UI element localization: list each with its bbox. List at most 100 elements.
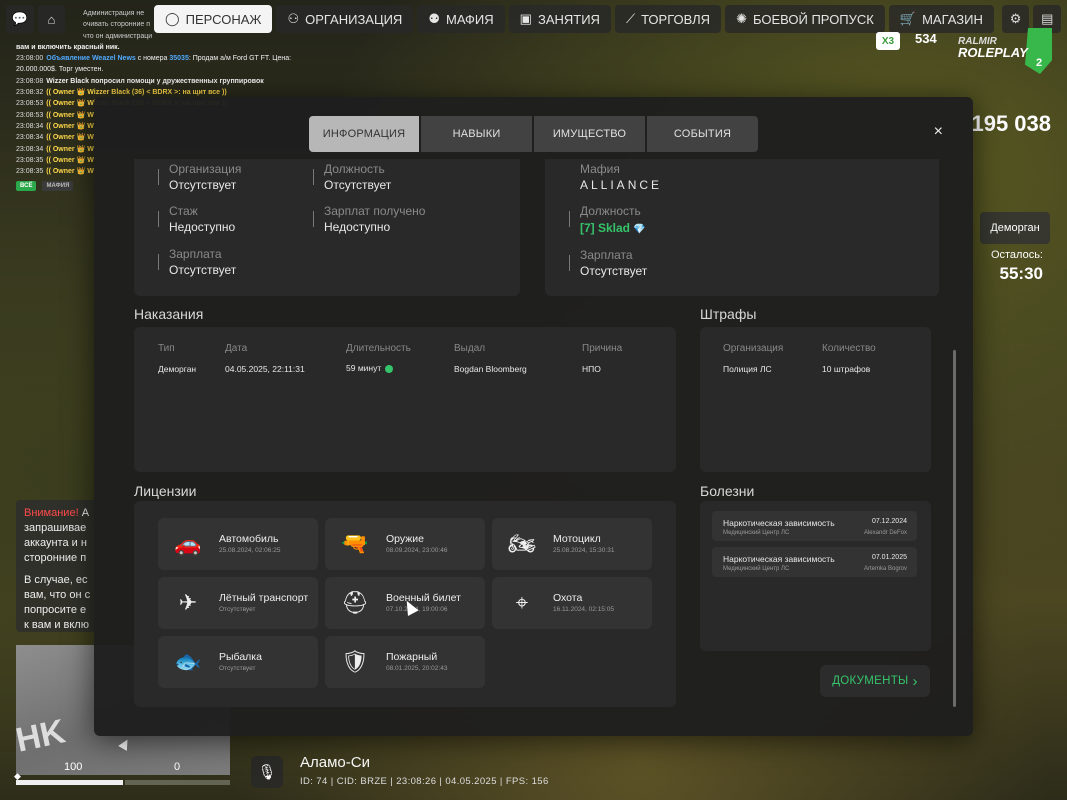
tab-skills[interactable]: НАВЫКИ: [421, 116, 532, 152]
tab-shop[interactable]: 🛒 МАГАЗИН: [888, 5, 994, 33]
health-bar: [16, 780, 123, 785]
chat-tab-all[interactable]: ВСЁ: [16, 181, 37, 191]
license-weapon[interactable]: 🔫 Оружие 08.09.2024, 23:00:46: [325, 518, 485, 570]
tab-property[interactable]: ИМУЩЕСТВО: [534, 116, 645, 152]
fines-title: Штрафы: [700, 306, 757, 322]
close-icon[interactable]: ×: [934, 123, 943, 141]
chat-ad-number: 35035: [169, 55, 189, 63]
chat-time: 23:08:34: [16, 122, 44, 130]
license-name: Рыбалка: [219, 651, 262, 663]
license-date: 08.01.2025, 20:02:43: [386, 665, 448, 672]
documents-label: ДОКУМЕНТЫ: [832, 675, 909, 687]
chat-tabs: ВСЁ МАФИЯ: [16, 181, 74, 191]
chat-line: 23:08:08 Wizzer Black попросил помощи у д…: [16, 76, 346, 87]
chat-line: 23:08:00 Объявление Weazel News с номера …: [16, 53, 346, 64]
chat-line: Администрация не: [83, 10, 145, 17]
punish-duration: 59 минут: [346, 363, 382, 373]
punish-issued-by: Bogdan Bloomberg: [454, 364, 527, 374]
divider: [569, 255, 570, 271]
tab-trade[interactable]: ⟋ ТОРГОВЛЯ: [614, 5, 722, 33]
license-car[interactable]: 🚗 Автомобиль 25.08.2024, 02:06:25: [158, 518, 318, 570]
armor-value: 0: [174, 761, 181, 773]
tab-jobs[interactable]: ▣ ЗАНЯТИЯ: [508, 5, 611, 33]
chart-icon: ⟋: [625, 11, 636, 26]
license-date: 16.11.2024, 02:15:05: [553, 606, 614, 613]
license-firefighter[interactable]: 🛡 Пожарный 08.01.2025, 20:02:43: [325, 636, 485, 688]
tab-label: ЗАНЯТИЯ: [537, 11, 600, 27]
license-name: Военный билет: [386, 592, 461, 604]
illness-org: Медицинский Центр ЛС: [723, 566, 790, 572]
punish-type: Деморган: [158, 364, 197, 374]
chat-ad-text: : Продам а/м Ford GT FT. Цена:: [188, 55, 292, 63]
minimap-label: HK: [16, 712, 69, 760]
chat-time: 23:08:35: [16, 168, 44, 176]
health-value: 100: [64, 761, 83, 773]
license-fishing[interactable]: 🐟 Рыбалка Отсутствует: [158, 636, 318, 688]
col-count: Количество: [822, 343, 876, 354]
license-air[interactable]: ✈ Лётный транспорт Отсутствует: [158, 577, 318, 629]
chat-line: вам и включить красный ник.: [16, 43, 120, 51]
chat-time: 23:08:00: [16, 55, 44, 63]
fire-shield-icon: 🛡: [341, 649, 369, 674]
chat-text: (( Owner 👑 W: [46, 111, 94, 119]
chat-line: очивать сторонние п: [83, 21, 151, 29]
diamond-icon: 💎: [633, 224, 646, 235]
time-left-label: Осталось:: [990, 249, 1043, 261]
license-hunting[interactable]: ⌖ Охота 16.11.2024, 02:15:05: [492, 577, 652, 629]
tab-mafia[interactable]: ⚉ МАФИЯ: [417, 5, 505, 33]
tab-label: ТОРГОВЛЯ: [641, 11, 711, 27]
fish-icon: 🐟: [174, 649, 202, 674]
briefcase-icon: ▣: [519, 11, 532, 26]
chat-ad-mid: с номера: [135, 55, 170, 63]
server-number: 2: [1036, 57, 1043, 69]
chat-text: (( Owner 👑 W: [46, 122, 94, 130]
org-value: Отсутствует: [169, 178, 237, 192]
license-name: Автомобиль: [219, 533, 279, 545]
chat-text: Wizzer Black попросил помощи у дружестве…: [46, 77, 264, 85]
col-reason: Причина: [582, 343, 623, 354]
player-info-line: ID: 74 | CID: BRZE | 23:08:26 | 04.05.20…: [300, 776, 549, 787]
documents-button[interactable]: ДОКУМЕНТЫ ›: [820, 665, 930, 697]
mafia-value: ALLIANCE: [580, 178, 663, 192]
chat-text: (( Owner 👑 W: [46, 134, 94, 142]
tab-events[interactable]: СОБЫТИЯ: [647, 116, 758, 152]
license-motorcycle[interactable]: 🏍 Мотоцикл 25.08.2024, 15:30:31: [492, 518, 652, 570]
divider: [569, 211, 570, 227]
jail-status-badge: Деморган: [980, 212, 1050, 244]
chat-ad-title: Объявление Weazel News: [46, 55, 136, 63]
divider: [158, 254, 159, 270]
chat-time: 23:08:32: [16, 89, 44, 97]
crosshair-icon: ⌖: [515, 590, 529, 615]
car-icon: 🚗: [174, 531, 202, 556]
tab-information[interactable]: ИНФОРМАЦИЯ: [309, 116, 419, 152]
chat-time: 23:08:34: [16, 145, 44, 153]
salaries-paid-label: Зарплат получено: [324, 204, 426, 218]
illness-org: Медицинский Центр ЛС: [723, 530, 790, 536]
illness-doctor: Artemka Bogrov: [863, 566, 907, 572]
punishments-title: Наказания: [134, 306, 204, 322]
warning-text: А: [81, 507, 90, 519]
tab-battle-pass[interactable]: ✺ БОЕВОЙ ПРОПУСК: [725, 5, 885, 33]
license-date: 08.09.2024, 23:00:46: [386, 547, 448, 554]
illness-item: Наркотическая зависимость Медицинский Це…: [712, 547, 917, 577]
illness-date: 07.01.2025: [871, 554, 907, 561]
settings-icon[interactable]: ⚙: [1001, 5, 1030, 33]
position-label: Должность: [324, 162, 385, 176]
mafia-position-value: [7] Sklad: [580, 221, 631, 235]
chat-text: (( Owner 👑 W: [46, 168, 94, 176]
license-date: Отсутствует: [219, 606, 256, 613]
salaries-paid-value: Недоступно: [324, 220, 391, 234]
col-duration: Длительность: [346, 343, 411, 354]
mafia-position-row: [7] Sklad 💎: [580, 221, 646, 235]
org-label: Организация: [169, 162, 242, 176]
chat-text: (( Owner 👑 W: [46, 156, 94, 164]
microphone-icon[interactable]: 🎙: [251, 756, 283, 788]
chat-line: 20.000.000$. Торг уместен.: [16, 66, 104, 74]
divider: [313, 169, 314, 185]
divider: [158, 169, 159, 185]
licenses-title: Лицензии: [134, 483, 197, 499]
modal-scrollbar[interactable]: [953, 350, 956, 707]
chat-tab-mafia[interactable]: МАФИЯ: [42, 181, 74, 191]
license-date: 25.08.2024, 02:06:25: [219, 547, 281, 554]
license-name: Мотоцикл: [553, 533, 601, 545]
